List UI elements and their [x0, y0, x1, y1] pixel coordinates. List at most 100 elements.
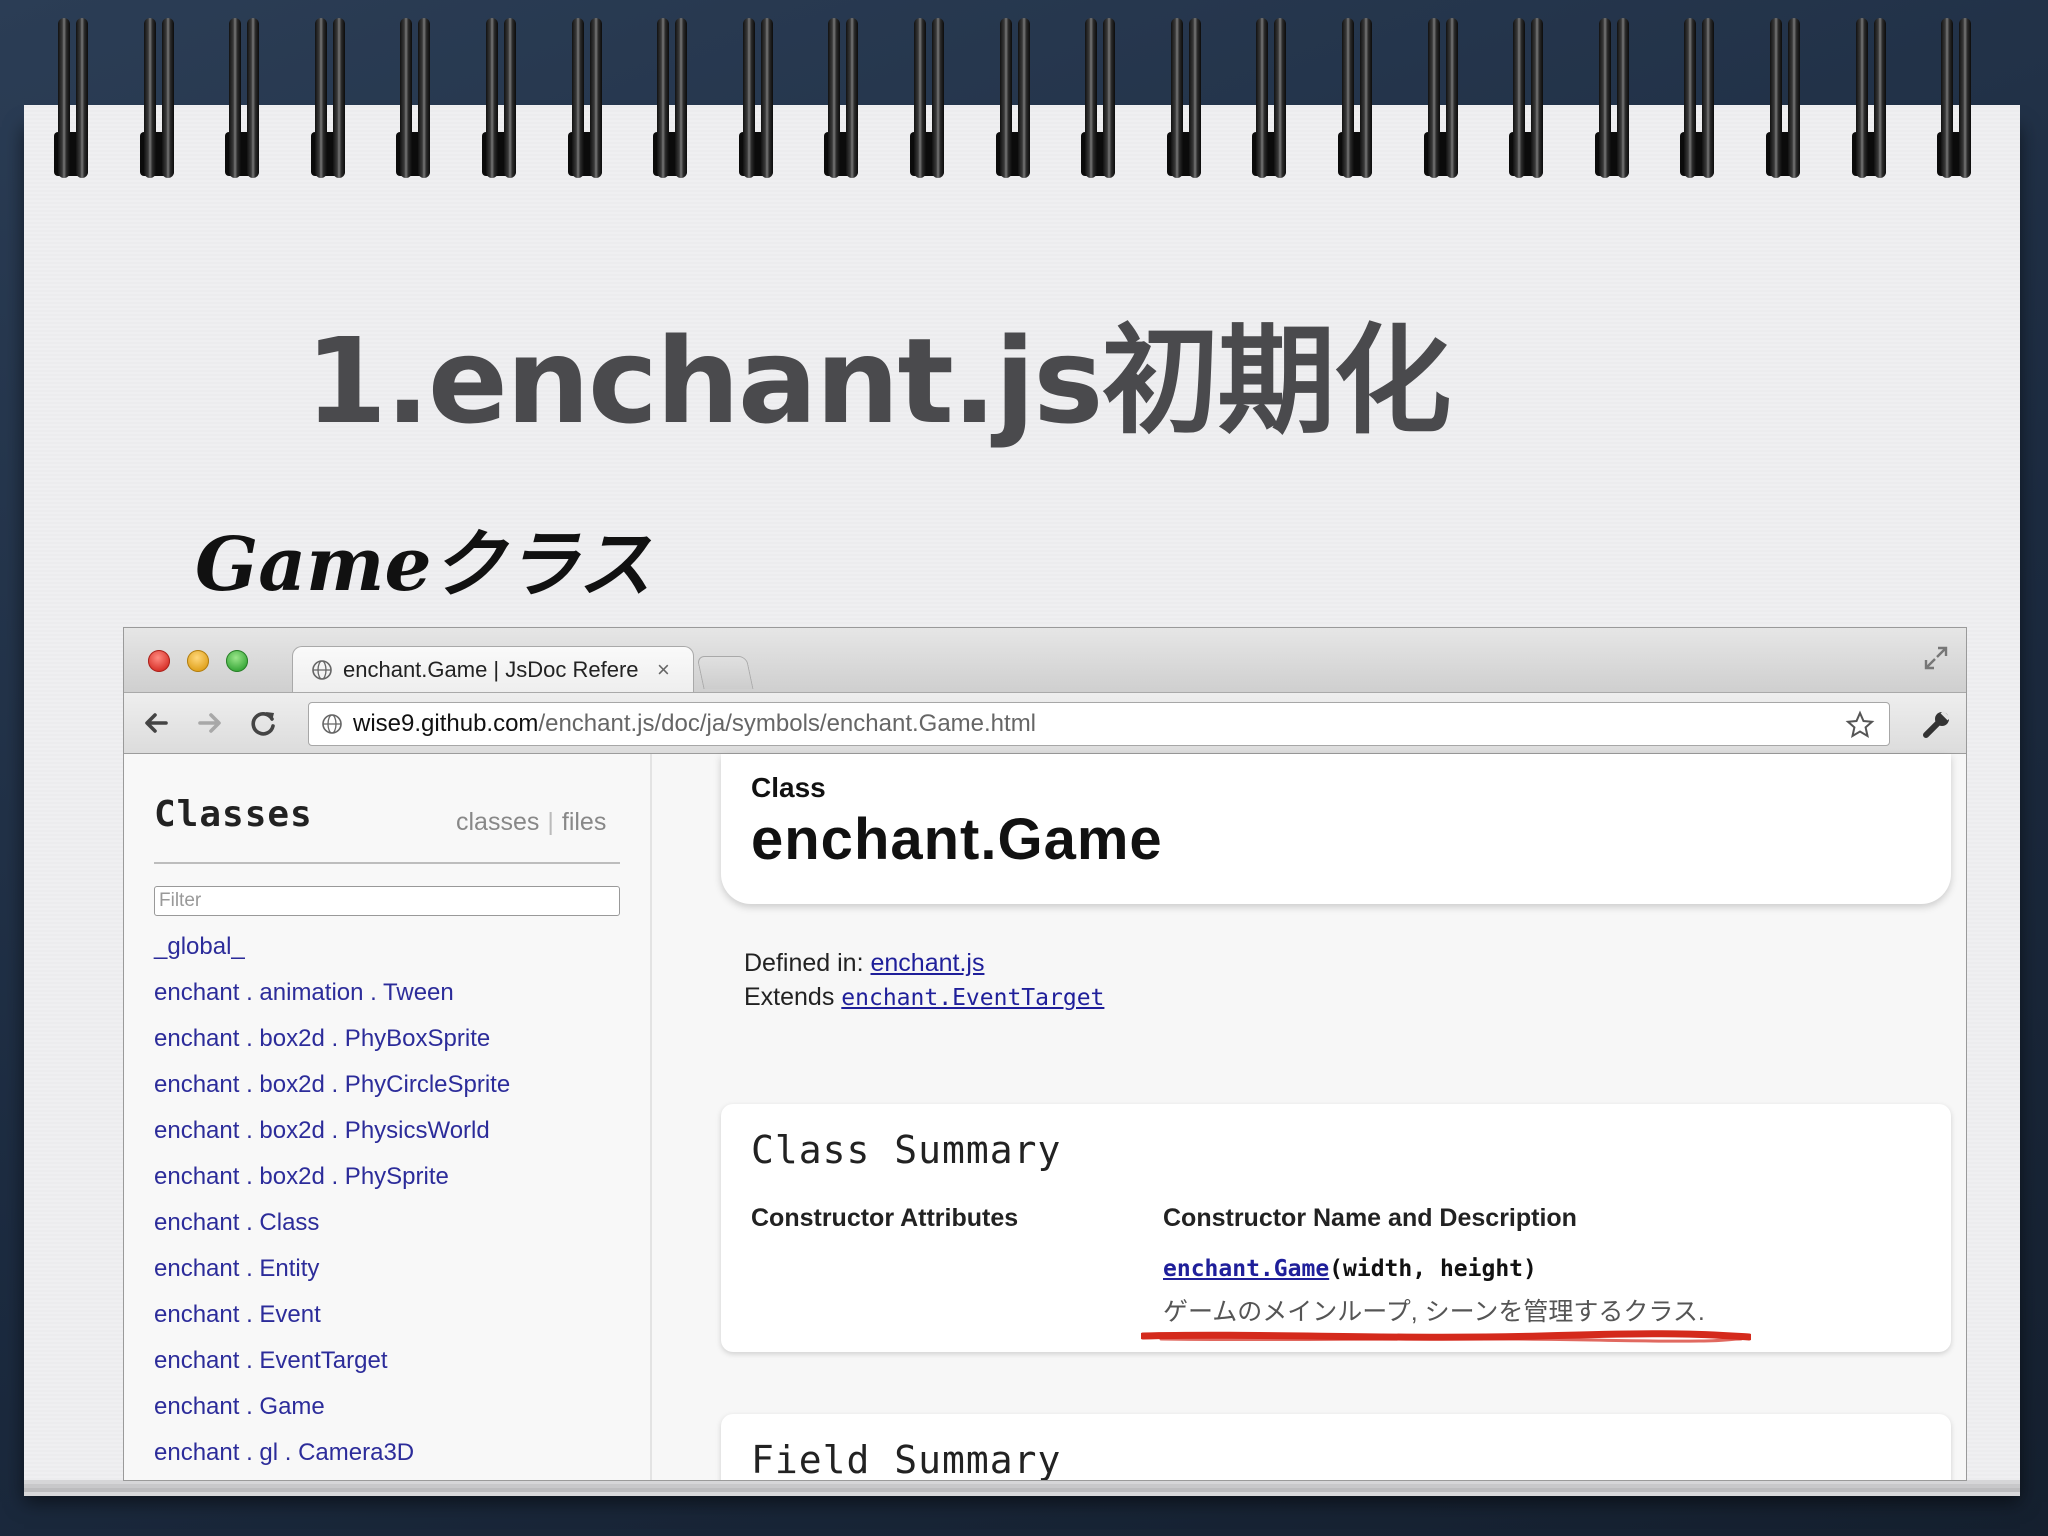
star-icon[interactable]	[1845, 710, 1875, 740]
spiral-ring	[1770, 18, 1782, 178]
window-minimize-button[interactable]	[187, 650, 209, 672]
spiral-ring	[400, 18, 413, 178]
defined-in-label: Defined in:	[744, 949, 864, 977]
class-list-item[interactable]: enchant . Game	[154, 1384, 510, 1430]
class-list-item[interactable]: enchant . box2d . PhyBoxSprite	[154, 1016, 510, 1062]
spiral-ring	[1598, 18, 1611, 178]
sidebar-divider	[154, 862, 620, 864]
url-host: wise9.github.com	[353, 710, 539, 737]
spiral-ring	[1342, 18, 1354, 178]
classes-sidebar: Classes classes | files _global_ enchant .…	[124, 754, 652, 1480]
extends-class-link[interactable]: enchant.EventTarget	[841, 985, 1104, 1011]
class-list-item[interactable]: enchant . animation . Tween	[154, 970, 510, 1016]
spiral-ring	[1274, 18, 1287, 178]
tab-strip: enchant.Game | JsDoc Refere ×	[124, 628, 1966, 693]
tab-close-icon[interactable]: ×	[657, 657, 670, 683]
tab-title: enchant.Game | JsDoc Refere	[343, 657, 639, 682]
spiral-ring	[1531, 18, 1544, 178]
spiral-ring	[1941, 18, 1954, 178]
class-kind-label: Class	[751, 772, 826, 803]
class-list-item[interactable]: enchant . Entity	[154, 1246, 510, 1292]
filter-input[interactable]	[154, 886, 620, 916]
spiral-ring	[1513, 18, 1526, 178]
slide-title: 1.enchant.js初期化	[305, 312, 1451, 450]
url-text: wise9.github.com/enchant.js/doc/ja/symbo…	[353, 710, 1036, 738]
spiral-ring	[675, 18, 688, 178]
spiral-ring	[247, 18, 260, 178]
class-list-item[interactable]: enchant . Class	[154, 1200, 510, 1246]
class-summary-card: Class Summary Constructor Attributes Con…	[721, 1104, 1951, 1352]
spiral-ring	[1427, 18, 1440, 178]
spiral-ring	[571, 18, 584, 178]
red-underline-annotation	[1141, 1330, 1751, 1343]
globe-icon	[312, 660, 332, 680]
spiral-ring	[1103, 18, 1116, 178]
spiral-ring	[999, 18, 1012, 178]
class-list-item[interactable]: enchant . box2d . PhysicsWorld	[154, 1108, 510, 1154]
globe-icon	[322, 714, 342, 734]
defined-in-file-link[interactable]: enchant.js	[870, 949, 984, 977]
spiral-ring	[828, 18, 841, 178]
constructor-link[interactable]: enchant.Game	[1163, 1256, 1329, 1282]
spiral-ring	[932, 18, 944, 178]
spiral-ring	[1170, 18, 1183, 178]
classes-link[interactable]: classes	[456, 808, 539, 836]
class-header-card: Class enchant.Game	[721, 754, 1951, 904]
spiral-ring	[314, 18, 327, 178]
class-name-heading: enchant.Game	[751, 807, 1163, 872]
spiral-ring	[1788, 18, 1800, 178]
window-zoom-button[interactable]	[226, 650, 248, 672]
class-list-item[interactable]: enchant . Event	[154, 1292, 510, 1338]
forward-arrow-icon[interactable]	[194, 707, 226, 739]
constructor-args: (width, height)	[1329, 1256, 1537, 1282]
browser-toolbar: wise9.github.com/enchant.js/doc/ja/symbo…	[124, 692, 1966, 754]
class-list-item[interactable]: enchant . gl . Camera3D	[154, 1430, 510, 1476]
field-summary-title: Field Summary	[751, 1438, 1062, 1480]
spiral-ring	[1017, 18, 1030, 178]
spiral-binding	[0, 0, 2048, 190]
spiral-ring	[418, 18, 431, 178]
reload-icon[interactable]	[248, 707, 280, 739]
spiral-ring	[1188, 18, 1201, 178]
spiral-ring	[229, 18, 242, 178]
constructor-signature: enchant.Game(width, height)	[1163, 1256, 1537, 1282]
doc-main: Class enchant.Game Defined in: enchant.j…	[651, 754, 1966, 1480]
new-tab-button[interactable]	[696, 656, 754, 689]
wrench-icon[interactable]	[1920, 707, 1954, 741]
class-summary-title: Class Summary	[751, 1128, 1062, 1172]
url-path: /enchant.js/doc/ja/symbols/enchant.Game.…	[538, 710, 1037, 737]
fullscreen-icon[interactable]	[1922, 644, 1950, 672]
spiral-ring	[1855, 18, 1868, 178]
browser-window: enchant.Game | JsDoc Refere × wise9.gith…	[124, 628, 1966, 1480]
spiral-ring	[589, 18, 602, 178]
spiral-ring	[1873, 18, 1886, 178]
class-list-item[interactable]: enchant . box2d . PhySprite	[154, 1154, 510, 1200]
back-arrow-icon[interactable]	[140, 707, 172, 739]
spiral-ring	[846, 18, 859, 178]
spiral-ring	[76, 18, 88, 178]
spiral-ring	[1684, 18, 1697, 178]
spiral-ring	[143, 18, 156, 178]
window-close-button[interactable]	[148, 650, 170, 672]
class-list-item[interactable]: enchant . EventTarget	[154, 1338, 510, 1384]
spiral-ring	[486, 18, 498, 178]
class-list-item[interactable]: _global_	[154, 924, 510, 970]
spiral-ring	[1445, 18, 1458, 178]
spiral-ring	[1702, 18, 1715, 178]
spiral-ring	[760, 18, 773, 178]
spiral-ring	[332, 18, 345, 178]
spiral-ring	[58, 18, 70, 178]
files-link[interactable]: files	[562, 808, 606, 836]
constructor-description: ゲームのメインループ, シーンを管理するクラス.	[1163, 1298, 1705, 1326]
tab-enchant-game[interactable]: enchant.Game | JsDoc Refere ×	[292, 646, 694, 693]
class-list: _global_ enchant . animation . Tween enc…	[154, 924, 510, 1476]
page-content: Classes classes | files _global_ enchant .…	[124, 754, 1966, 1480]
slide-subtitle: Gameクラス	[195, 522, 653, 608]
constructor-name-header: Constructor Name and Description	[1163, 1204, 1577, 1232]
spiral-ring	[1256, 18, 1269, 178]
address-bar[interactable]: wise9.github.com/enchant.js/doc/ja/symbo…	[308, 702, 1890, 746]
sidebar-links: classes | files	[456, 808, 606, 837]
class-list-item[interactable]: enchant . box2d . PhyCircleSprite	[154, 1062, 510, 1108]
spiral-ring	[742, 18, 755, 178]
spiral-ring	[161, 18, 174, 178]
